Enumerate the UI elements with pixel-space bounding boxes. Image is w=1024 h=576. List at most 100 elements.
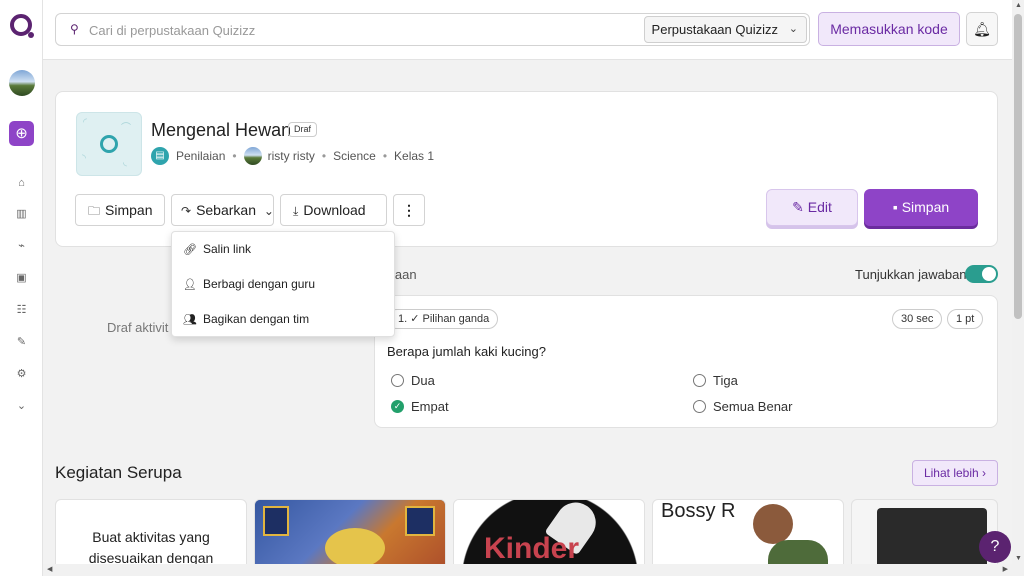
save-button-label: Simpan [105,202,153,218]
enter-code-button[interactable]: Memasukkan kode [818,12,960,46]
question-number: 1. [398,313,408,325]
save-primary-button[interactable]: ▪ Simpan [864,189,978,226]
team-icon: 👥︎ [183,313,197,326]
question-card: 1. ✓ Pilihan ganda 30 sec 1 pt Berapa ju… [374,295,998,428]
status-badge: Draf [288,122,318,137]
download-button[interactable]: ⤓ Download [280,194,387,226]
quiz-author[interactable]: risty risty [268,149,315,163]
create-button[interactable]: ⊕ [9,121,34,146]
question-text: Berapa jumlah kaki kucing? [387,344,546,359]
show-answers-toggle[interactable] [965,265,998,283]
meta-separator: • [321,149,327,163]
download-button-label: Download [303,202,366,218]
scroll-up-icon[interactable]: ▲ [1015,2,1022,9]
activity-card-title: Kinder [484,532,580,565]
quiz-subject: Science [333,149,376,163]
save-button[interactable]: 🗀 Simpan [75,194,165,226]
quiz-card: ◜ ⌒ ◝ ◟ Mengenal Hewan Draf ▤ Penilaian … [55,91,998,247]
menu-item-share-teacher[interactable]: 👤︎ Berbagi dengan guru [183,277,315,291]
window-icon [263,506,289,536]
points-pill: 1 pt [947,309,984,329]
horizontal-scrollbar[interactable]: ◀ ▶ [43,564,1012,576]
scroll-right-icon[interactable]: ▶ [1003,565,1008,573]
folder-icon: 🗀 [88,204,101,218]
edit-button[interactable]: ✎ Edit [766,189,858,226]
gear-icon[interactable]: ⚙ [14,367,29,382]
thumbnail-logo-icon [100,135,118,153]
see-more-button[interactable]: Lihat lebih › [912,460,998,486]
create-activity-line: Buat aktivitas yang [92,529,210,545]
explore-icon[interactable]: ⌂ [14,176,29,191]
user-avatar[interactable] [9,70,35,96]
quiz-meta: ▤ Penilaian • risty risty • Science • Ke… [151,146,434,166]
save-disk-icon: ▪ [892,199,902,215]
chevron-down-icon[interactable]: ⌄ [14,399,29,414]
library-select-label: Perpustakaan Quizizz [651,22,778,37]
answer-option: Semua Benar [693,399,793,414]
show-answers-label: Tunjukkan jawaban [855,267,967,282]
answer-option-label: Dua [411,373,435,388]
time-pill: 30 sec [892,309,943,329]
scrollbar-thumb[interactable] [1014,14,1022,319]
question-type: Pilihan ganda [422,313,490,325]
menu-item-label: Salin link [203,242,252,256]
classes-icon[interactable]: ▣ [14,271,29,286]
topbar: ⚲ Cari di perpustakaan Quizizz Perpustak… [43,0,1012,60]
quiz-type: Penilaian [176,149,226,163]
link-icon: 🔗︎ [183,243,197,256]
download-icon: ⤓ [293,204,299,218]
scroll-down-icon[interactable]: ▼ [1015,555,1022,562]
character-illustration [325,528,385,568]
menu-item-label: Bagikan dengan tim [203,312,310,326]
answer-option-correct: ✓ Empat [391,399,449,414]
library-select[interactable]: Perpustakaan Quizizz ⌄ [643,16,807,43]
share-button-label: Sebarkan [196,202,256,218]
radio-icon [693,374,706,387]
answer-option-label: Empat [411,399,449,414]
share-icon: ↷ [181,204,192,218]
library-icon[interactable]: ▥ [14,207,29,222]
menu-item-copy-link[interactable]: 🔗︎ Salin link [183,242,251,256]
quiz-thumbnail: ◜ ⌒ ◝ ◟ [76,112,142,176]
answer-option-label: Semua Benar [713,399,793,414]
menu-item-label: Berbagi dengan guru [203,277,316,291]
reports-icon[interactable]: ⌁ [14,239,29,254]
author-avatar [243,147,262,165]
chevron-right-icon: › [982,466,987,480]
edit-icon: ✎ [792,199,808,215]
answer-option: Tiga [693,373,738,388]
chevron-down-icon: ⌄ [263,204,274,218]
quizizz-logo-icon[interactable] [10,14,34,38]
create-activity-text: Buat aktivitas yang disesuaikan dengan [56,527,246,569]
answer-option-label: Tiga [713,373,738,388]
similar-activities-title: Kegiatan Serupa [55,463,182,482]
search-input[interactable]: ⚲ Cari di perpustakaan Quizizz Perpustak… [55,13,810,46]
window-icon [405,506,435,536]
more-options-icon[interactable]: ⋮ [393,194,425,226]
scroll-left-icon[interactable]: ◀ [47,565,52,573]
accommodations-icon[interactable]: ✎ [14,335,29,350]
share-button[interactable]: ↷ Sebarkan ⌄ [171,194,274,226]
assessment-icon: ▤ [151,147,169,165]
sidebar: ⊕ ⌂ ▥ ⌁ ▣ ☷ ✎ ⚙ ⌄ [0,0,43,576]
correct-check-icon: ✓ [391,400,404,413]
radio-icon [391,374,404,387]
question-type-pill: 1. ✓ Pilihan ganda [387,309,499,329]
edit-button-label: Edit [807,199,832,215]
draft-activity-label: Draf aktivit [107,320,169,335]
quiz-title: Mengenal Hewan [151,120,292,140]
help-button[interactable]: ? [979,531,1011,563]
bell-icon[interactable]: 🔔︎ [966,12,998,46]
search-placeholder: Cari di perpustakaan Quizizz [89,23,256,38]
menu-item-share-team[interactable]: 👥︎ Bagikan dengan tim [183,312,309,326]
share-dropdown-menu: 🔗︎ Salin link 👤︎ Berbagi dengan guru 👥︎ … [171,231,395,337]
vertical-scrollbar[interactable]: ▲ ▼ [1012,0,1024,576]
check-icon: ✓ [410,313,423,325]
see-more-label: Lihat lebih [923,466,979,480]
chevron-down-icon: ⌄ [788,23,798,35]
person-icon: 👤︎ [183,278,197,291]
save-primary-label: Simpan [901,199,950,215]
search-icon: ⚲ [70,22,79,36]
radio-icon [693,400,706,413]
settings-board-icon[interactable]: ☷ [14,303,29,318]
